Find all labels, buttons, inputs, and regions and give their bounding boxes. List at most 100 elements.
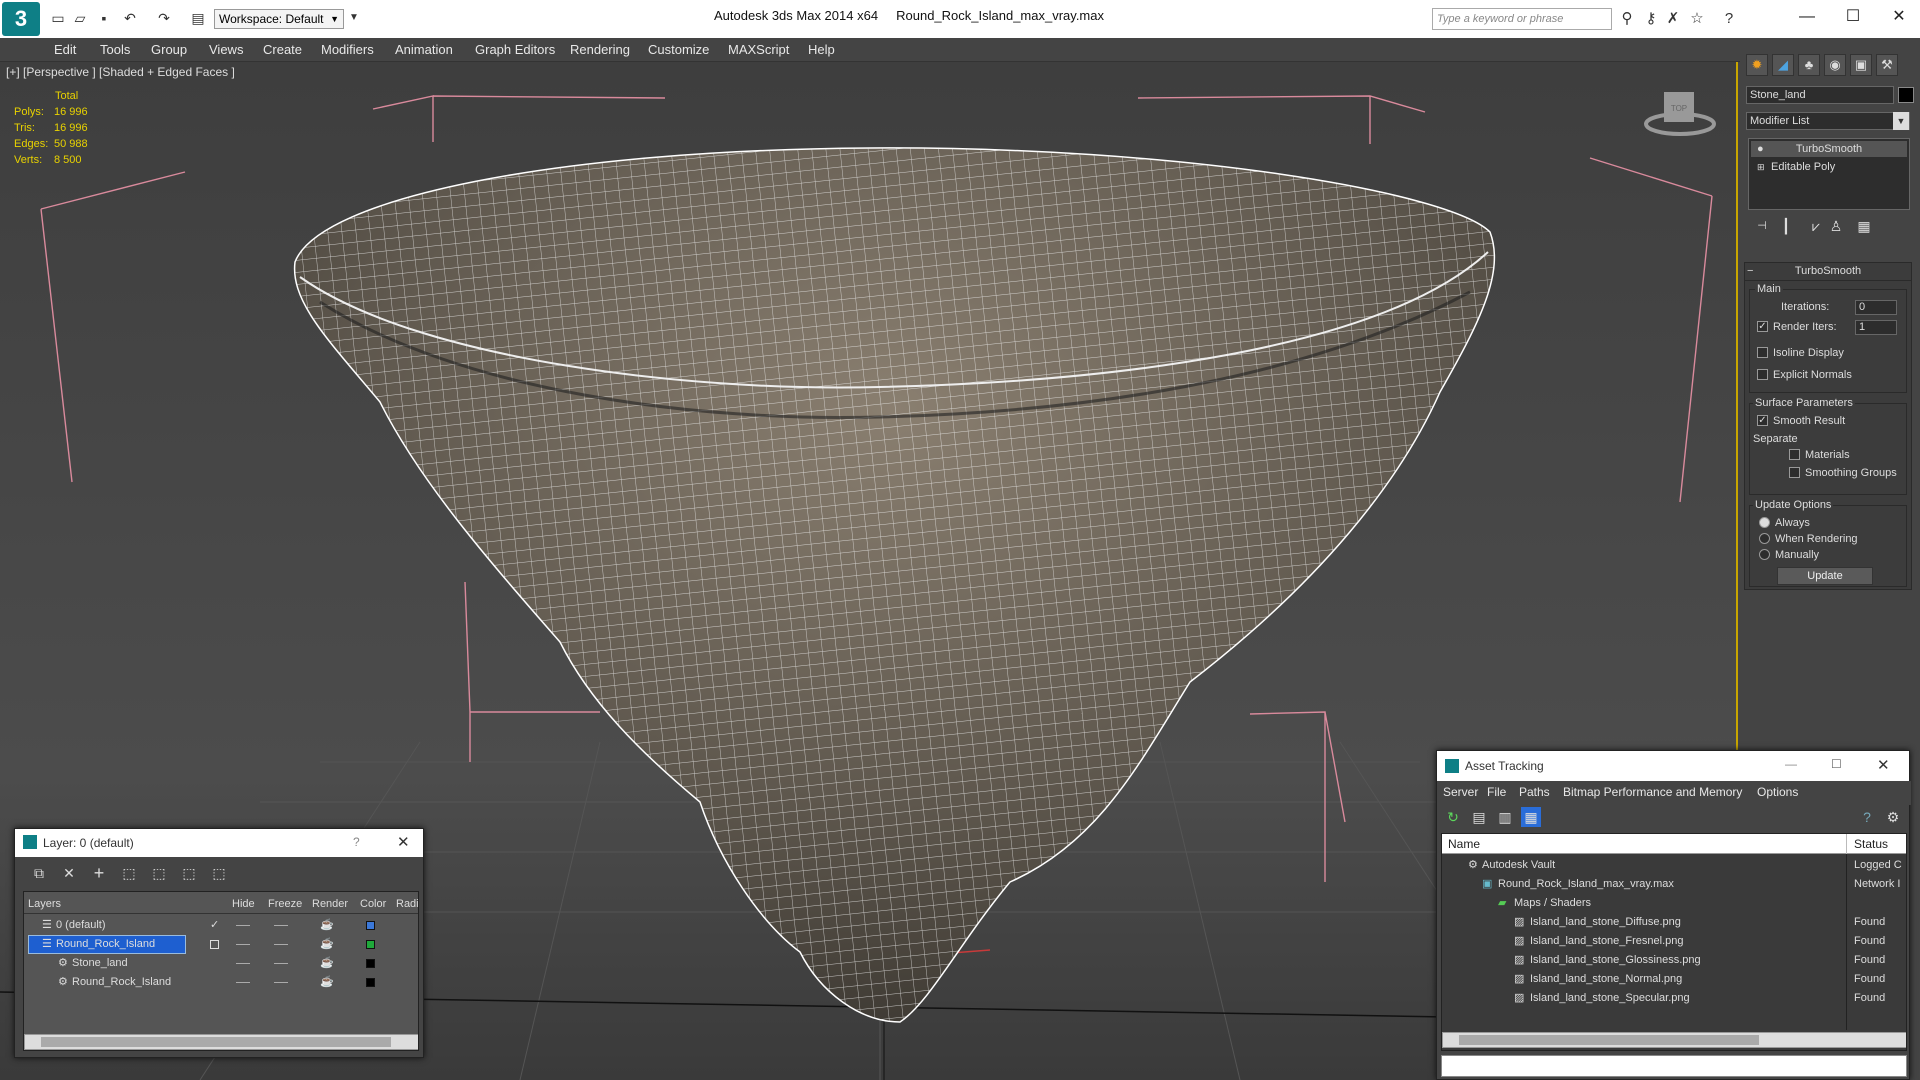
new-file-icon[interactable]: ▭ [50,10,66,26]
asset-maximize-icon[interactable]: ☐ [1831,757,1842,771]
col-radiosity[interactable]: Radi [396,898,418,910]
hide-all-icon[interactable]: ⬚ [179,863,199,883]
rollout-title[interactable]: TurboSmooth [1745,265,1911,281]
asset-row[interactable]: ▰ Maps / Shaders [1442,894,1906,913]
asset-panel-titlebar[interactable]: Asset Tracking — ☐ ✕ [1437,751,1909,781]
menu-tools[interactable]: Tools [100,42,130,57]
select-objects-icon[interactable]: ⬚ [119,863,139,883]
menu-views[interactable]: Views [209,42,243,57]
help-icon[interactable]: ? [1720,10,1738,28]
render-iters-checkbox[interactable]: ✓ [1757,321,1768,332]
hierarchy-tab-icon[interactable]: ♣ [1798,54,1820,76]
make-unique-icon[interactable]: ⩗ [1806,216,1826,236]
asset-settings-icon[interactable]: ⚙ [1883,807,1903,827]
col-name[interactable]: Name [1448,837,1480,851]
asset-horizontal-scrollbar[interactable] [1442,1032,1906,1048]
expand-icon[interactable]: ⊞ [1757,159,1765,175]
hide-toggle[interactable] [236,963,250,964]
col-render[interactable]: Render [312,898,348,910]
menu-group[interactable]: Group [151,42,187,57]
refresh-icon[interactable]: ↻ [1443,807,1463,827]
layer-row[interactable]: ☰ Round_Rock_Island ☕ [24,935,418,954]
lightbulb-icon[interactable]: ● [1757,141,1764,157]
project-folder-icon[interactable]: ▤ [190,10,206,26]
asset-row[interactable]: ▨ Island_land_stone_Specular.png Found [1442,989,1906,1008]
layer-row[interactable]: ⚙ Round_Rock_Island ☕ [24,973,418,992]
update-button[interactable]: Update [1777,567,1873,585]
layer-help-icon[interactable]: ? [353,835,360,849]
hide-toggle[interactable] [236,925,250,926]
render-teapot-icon[interactable]: ☕ [320,935,334,954]
menu-edit[interactable]: Edit [54,42,76,57]
freeze-toggle[interactable] [274,944,288,945]
menu-animation[interactable]: Animation [395,42,453,57]
asset-help-icon[interactable]: ? [1857,807,1877,827]
asset-row[interactable]: ▨ Island_land_stone_Glossiness.png Found [1442,951,1906,970]
freeze-all-icon[interactable]: ⬚ [209,863,229,883]
col-hide[interactable]: Hide [232,898,255,910]
col-layers[interactable]: Layers [28,898,61,910]
tools-icon[interactable]: ✗ [1664,10,1682,28]
asset-menu-options[interactable]: Options [1757,785,1798,799]
asset-row[interactable]: ⚙ Autodesk Vault Logged C [1442,856,1906,875]
modifier-list-dropdown[interactable]: Modifier List ▼ [1746,112,1910,130]
explicit-normals-checkbox[interactable] [1757,369,1768,380]
configure-modifier-sets-icon[interactable]: ▦ [1854,216,1874,236]
menu-help[interactable]: Help [808,42,835,57]
layer-color-swatch[interactable] [366,959,375,968]
delete-layer-icon[interactable]: ✕ [59,863,79,883]
menu-graph-editors[interactable]: Graph Editors [475,42,555,57]
add-to-layer-icon[interactable]: + [89,863,109,883]
render-teapot-icon[interactable]: ☕ [320,954,334,973]
highlight-layer-icon[interactable]: ⬚ [149,863,169,883]
open-file-icon[interactable]: ▱ [72,10,88,26]
asset-menu-server[interactable]: Server [1443,785,1478,799]
isoline-checkbox[interactable] [1757,347,1768,358]
undo-icon[interactable]: ↶ [122,10,138,26]
thumbnail-view-icon[interactable]: ▥ [1495,807,1515,827]
iterations-spinner[interactable]: 0 [1855,300,1897,315]
show-end-result-icon[interactable]: ┃ [1776,216,1796,236]
always-radio[interactable] [1759,517,1770,528]
freeze-toggle[interactable] [274,925,288,926]
col-color[interactable]: Color [360,898,386,910]
when-rendering-radio[interactable] [1759,533,1770,544]
layer-color-swatch[interactable] [366,921,375,930]
redo-icon[interactable]: ↷ [156,10,172,26]
list-view-icon[interactable]: ▤ [1469,807,1489,827]
maximize-icon[interactable]: ☐ [1830,4,1876,30]
hide-toggle[interactable] [236,982,250,983]
layer-close-icon[interactable]: ✕ [397,833,410,851]
layer-row[interactable]: ☰ 0 (default) ✓ ☕ [24,916,418,935]
menu-customize[interactable]: Customize [648,42,709,57]
materials-checkbox[interactable] [1789,449,1800,460]
minimize-icon[interactable]: — [1784,4,1830,30]
set-active-box[interactable] [210,940,219,949]
stack-item-turbosmooth[interactable]: ● TurboSmooth [1751,141,1907,157]
col-status[interactable]: Status [1854,837,1888,851]
asset-row[interactable]: ▨ Island_land_stone_Diffuse.png Found [1442,913,1906,932]
create-tab-icon[interactable]: ✹ [1746,54,1768,76]
smooth-result-checkbox[interactable]: ✓ [1757,415,1768,426]
workspace-dropdown[interactable]: Workspace: Default ▼ [214,9,344,29]
freeze-toggle[interactable] [274,982,288,983]
asset-menu-file[interactable]: File [1487,785,1506,799]
menu-rendering[interactable]: Rendering [570,42,630,57]
asset-minimize-icon[interactable]: — [1785,757,1797,771]
object-name-field[interactable]: Stone_land [1746,86,1894,104]
search-input[interactable]: Type a keyword or phrase [1432,8,1612,30]
freeze-toggle[interactable] [274,963,288,964]
render-teapot-icon[interactable]: ☕ [320,916,334,935]
asset-row[interactable]: ▨ Island_land_stone_Fresnel.png Found [1442,932,1906,951]
key-icon[interactable]: ⚷ [1642,10,1660,28]
render-iters-spinner[interactable]: 1 [1855,320,1897,335]
menu-modifiers[interactable]: Modifiers [321,42,374,57]
motion-tab-icon[interactable]: ◉ [1824,54,1846,76]
render-teapot-icon[interactable]: ☕ [320,973,334,992]
manually-radio[interactable] [1759,549,1770,560]
create-layer-icon[interactable]: ⧉ [29,863,49,883]
asset-path-field[interactable] [1441,1055,1907,1077]
binoculars-icon[interactable]: ⚲ [1618,10,1636,28]
layer-color-swatch[interactable] [366,978,375,987]
app-logo-icon[interactable]: 3 [2,2,40,36]
